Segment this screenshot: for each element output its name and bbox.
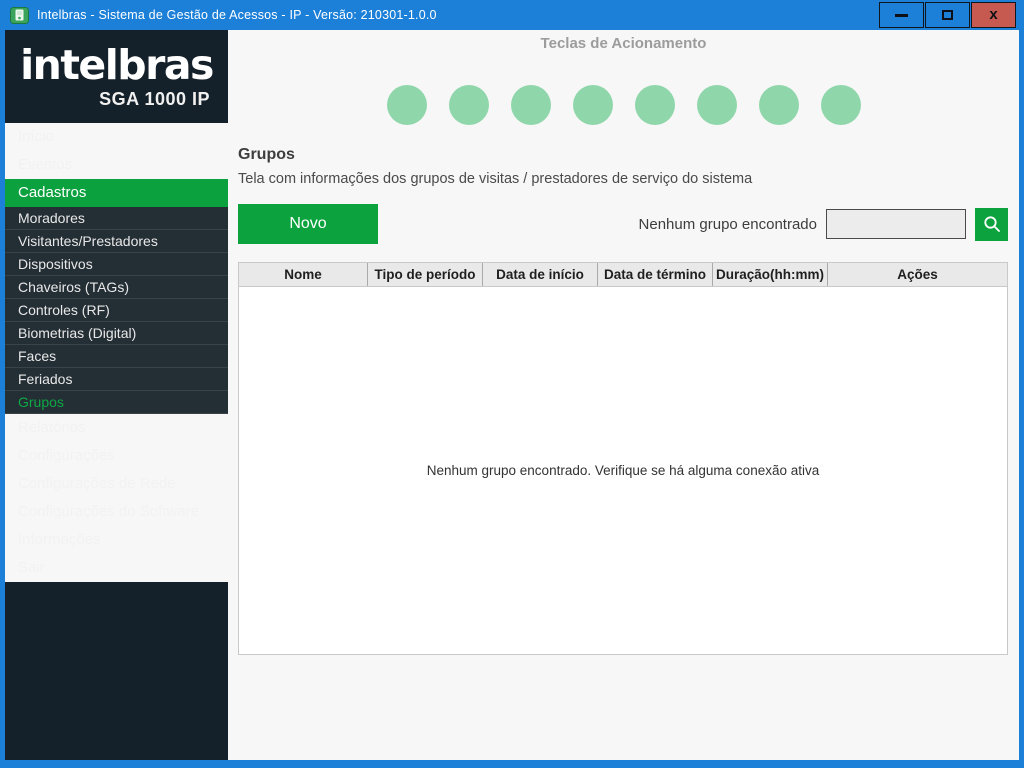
window-controls: x bbox=[878, 2, 1016, 28]
column-header-4: Duração(hh:mm) bbox=[713, 263, 828, 286]
action-keys-row bbox=[228, 85, 1019, 125]
column-header-5: Ações bbox=[828, 263, 1007, 286]
sidebar-item-dispositivos[interactable]: Dispositivos bbox=[5, 253, 228, 276]
app-window: Intelbras - Sistema de Gestão de Acessos… bbox=[0, 0, 1024, 768]
page-title: Grupos bbox=[238, 146, 295, 164]
window-title: Intelbras - Sistema de Gestão de Acessos… bbox=[37, 8, 437, 22]
sidebar-item-configuracoes-de-rede[interactable]: Configurações de Rede bbox=[5, 470, 228, 498]
main-content: Teclas de Acionamento Grupos Tela com in… bbox=[228, 30, 1019, 760]
column-header-1: Tipo de período bbox=[368, 263, 483, 286]
sidebar-item-informacoes[interactable]: Informações bbox=[5, 526, 228, 554]
intelbras-logo: intelbras SGA 1000 IP bbox=[5, 30, 228, 123]
sidebar-item-biometrias-digital[interactable]: Biometrias (Digital) bbox=[5, 322, 228, 345]
action-key-circle-2[interactable] bbox=[449, 85, 489, 125]
groups-table: NomeTipo de períodoData de inícioData de… bbox=[238, 262, 1008, 655]
search-status-label: Nenhum grupo encontrado bbox=[639, 216, 817, 233]
sidebar: intelbras SGA 1000 IP InícioEventosCadas… bbox=[5, 30, 228, 760]
new-group-button[interactable]: Novo bbox=[238, 204, 378, 244]
sidebar-item-chaveiros-tags[interactable]: Chaveiros (TAGs) bbox=[5, 276, 228, 299]
sidebar-item-moradores[interactable]: Moradores bbox=[5, 207, 228, 230]
sidebar-item-controles-rf[interactable]: Controles (RF) bbox=[5, 299, 228, 322]
table-body: Nenhum grupo encontrado. Verifique se há… bbox=[238, 287, 1008, 655]
action-key-circle-5[interactable] bbox=[635, 85, 675, 125]
sidebar-item-faces[interactable]: Faces bbox=[5, 345, 228, 368]
search-area: Nenhum grupo encontrado bbox=[639, 204, 1008, 244]
empty-table-message: Nenhum grupo encontrado. Verifique se há… bbox=[427, 463, 820, 478]
column-header-3: Data de término bbox=[598, 263, 713, 286]
action-key-circle-3[interactable] bbox=[511, 85, 551, 125]
sidebar-item-sair[interactable]: Sair bbox=[5, 554, 228, 582]
sidebar-item-cadastros[interactable]: Cadastros bbox=[5, 179, 228, 207]
column-header-0: Nome bbox=[239, 263, 368, 286]
sidebar-item-feriados[interactable]: Feriados bbox=[5, 368, 228, 391]
search-button[interactable] bbox=[975, 208, 1008, 241]
product-model: SGA 1000 IP bbox=[17, 87, 216, 111]
action-keys-title: Teclas de Acionamento bbox=[228, 35, 1019, 52]
sidebar-item-relatorios[interactable]: Relatórios bbox=[5, 414, 228, 442]
table-header-row: NomeTipo de períodoData de inícioData de… bbox=[238, 262, 1008, 287]
minimize-button[interactable] bbox=[879, 2, 924, 28]
action-key-circle-8[interactable] bbox=[821, 85, 861, 125]
action-key-circle-4[interactable] bbox=[573, 85, 613, 125]
sidebar-item-eventos[interactable]: Eventos bbox=[5, 151, 228, 179]
sidebar-item-grupos[interactable]: Grupos bbox=[5, 391, 228, 414]
close-icon: x bbox=[989, 7, 997, 22]
app-icon bbox=[10, 6, 29, 25]
sidebar-item-configuracoes[interactable]: Configurações bbox=[5, 442, 228, 470]
maximize-icon bbox=[942, 10, 953, 20]
sidebar-menu: InícioEventosCadastrosMoradoresVisitante… bbox=[5, 123, 228, 582]
sidebar-item-visitantes-prestadores[interactable]: Visitantes/Prestadores bbox=[5, 230, 228, 253]
sidebar-item-inicio[interactable]: Início bbox=[5, 123, 228, 151]
action-key-circle-1[interactable] bbox=[387, 85, 427, 125]
minimize-icon bbox=[895, 14, 908, 17]
close-button[interactable]: x bbox=[971, 2, 1016, 28]
maximize-button[interactable] bbox=[925, 2, 970, 28]
frame-body: intelbras SGA 1000 IP InícioEventosCadas… bbox=[5, 30, 1019, 760]
titlebar: Intelbras - Sistema de Gestão de Acessos… bbox=[0, 0, 1024, 30]
brand-wordmark: intelbras bbox=[17, 43, 216, 87]
page-description: Tela com informações dos grupos de visit… bbox=[238, 171, 752, 187]
action-key-circle-7[interactable] bbox=[759, 85, 799, 125]
search-icon bbox=[982, 214, 1002, 234]
sidebar-item-configuracoes-do-software[interactable]: Configurações do Software bbox=[5, 498, 228, 526]
search-input[interactable] bbox=[826, 209, 966, 239]
action-key-circle-6[interactable] bbox=[697, 85, 737, 125]
column-header-2: Data de início bbox=[483, 263, 598, 286]
